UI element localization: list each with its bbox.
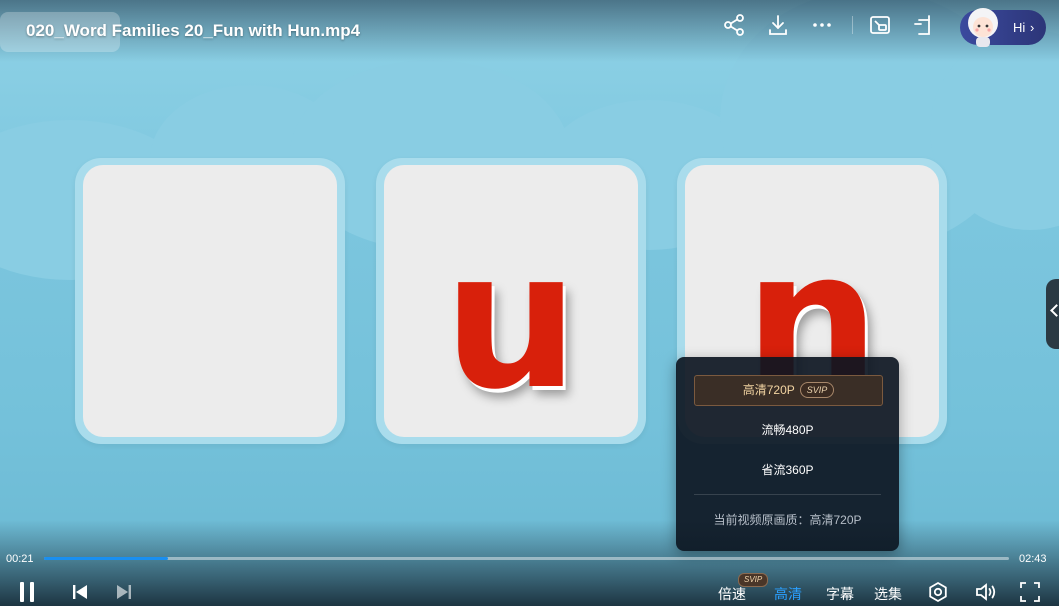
picture-in-picture-icon[interactable]	[867, 12, 893, 38]
video-player[interactable]: u n 020_Word Families 20_Fun with Hun.mp…	[0, 0, 1059, 606]
quality-option-label: 流畅480P	[761, 423, 814, 437]
pause-button[interactable]	[17, 581, 37, 603]
progress-fill	[44, 557, 168, 560]
quality-option-360p[interactable]: 省流360P	[694, 455, 881, 485]
mini-window-icon[interactable]	[911, 12, 937, 38]
quality-option-720p[interactable]: 高清720P SVIP	[694, 375, 883, 406]
toolbar-divider	[852, 16, 853, 34]
more-icon[interactable]	[809, 12, 835, 38]
next-button[interactable]	[115, 584, 133, 600]
current-time: 00:21	[6, 553, 34, 565]
fullscreen-icon	[1020, 582, 1040, 602]
fullscreen-button[interactable]	[1020, 582, 1040, 602]
total-time: 02:43	[1019, 553, 1047, 565]
chevron-right-icon: ›	[1030, 20, 1035, 35]
quality-button[interactable]: 高清	[774, 584, 802, 604]
side-panel-toggle[interactable]	[1046, 279, 1059, 349]
svip-badge: SVIP	[799, 381, 835, 398]
pause-icon	[20, 582, 34, 602]
share-icon[interactable]	[721, 12, 747, 38]
progress-bar[interactable]	[44, 557, 1009, 560]
quality-option-label: 高清720P	[742, 383, 795, 397]
subtitle-button[interactable]: 字幕	[826, 584, 854, 604]
letter-card	[75, 158, 345, 444]
settings-icon	[929, 581, 947, 603]
previous-button[interactable]	[71, 584, 89, 600]
letter-card: u	[376, 158, 646, 444]
settings-button[interactable]	[927, 581, 949, 603]
playback-speed-button[interactable]: 倍速	[718, 584, 746, 604]
assistant-button[interactable]: Hi ›	[960, 8, 1046, 47]
menu-divider	[694, 494, 881, 495]
quality-option-label: 省流360P	[761, 463, 814, 477]
video-frame: u n	[0, 0, 1059, 606]
assistant-label: Hi	[1013, 20, 1026, 35]
chevron-left-icon	[1050, 304, 1059, 317]
volume-button[interactable]	[974, 581, 998, 603]
video-title: 020_Word Families 20_Fun with Hun.mp4	[26, 21, 361, 40]
download-icon[interactable]	[765, 12, 791, 38]
episodes-button[interactable]: 选集	[874, 584, 902, 604]
quality-option-480p[interactable]: 流畅480P	[694, 415, 881, 445]
skip-previous-icon	[73, 585, 87, 599]
volume-icon	[976, 583, 996, 601]
assistant-avatar-icon	[968, 8, 998, 47]
skip-next-icon	[117, 585, 131, 599]
card-letter: u	[443, 210, 579, 431]
